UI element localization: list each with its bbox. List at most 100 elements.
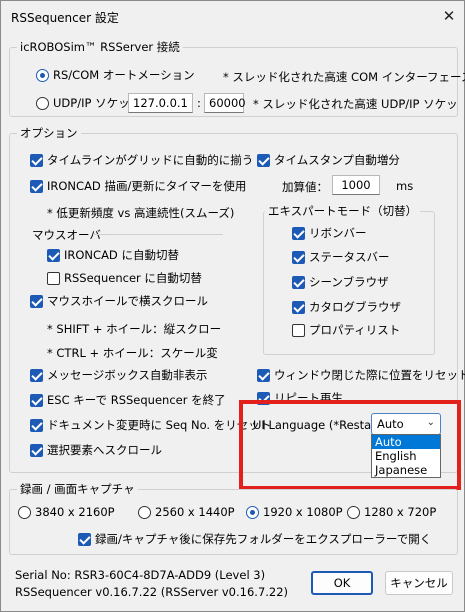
radio-selected-icon [246,505,259,519]
auto-ironcad-checkbox[interactable]: IRONCAD に自動切替 [47,247,179,263]
checkbox-unchecked-icon [292,323,305,337]
ui-language-value: Auto [377,417,404,431]
ui-language-label: UI Language (*Restart): [253,418,389,432]
expert-catalog-browser-checkbox[interactable]: カタログブラウザ [292,299,401,315]
res-label: 3840 x 2160P [35,505,115,519]
res-label: 2560 x 1440P [155,505,235,519]
radio-unselected-icon [138,505,151,519]
auto-rsseq-checkbox[interactable]: RSSequencer に自動切替 [47,270,202,286]
msgbox-hide-checkbox[interactable]: メッセージボックス自動非表示 [30,367,207,383]
ironcad-timer-checkbox[interactable]: IRONCAD 描画/更新にタイマーを使用 [30,178,246,194]
res-2560-radio[interactable]: 2560 x 1440P [138,505,235,519]
ui-language-dropdown: Auto English Japanese [371,434,441,478]
esc-quit-label: ESC キーで RSSequencer を終了 [47,393,226,407]
add-value-label: 加算値： [282,180,328,194]
expert-item-label: リボンバー [309,226,367,240]
close-icon[interactable]: ✕ [438,5,460,27]
ironcad-timer-label: IRONCAD 描画/更新にタイマーを使用 [47,179,247,193]
checkbox-checked-icon [292,275,305,289]
timer-note: * 低更新頻度 vs 高連続性(スムーズ) [47,206,235,220]
auto-rsseq-label: RSSequencer に自動切替 [64,271,202,285]
checkbox-checked-icon [30,418,43,432]
expert-property-list-checkbox[interactable]: プロパティリスト [292,322,400,338]
doc-reset-label: ドキュメント変更時に Seq No. をリセット [47,418,272,432]
checkbox-checked-icon [292,226,305,240]
checkbox-checked-icon [30,294,43,308]
timestamp-inc-label: タイムスタンプ自動増分 [274,153,400,167]
checkbox-checked-icon [257,153,270,167]
radio-selected-icon [36,68,49,82]
udp-note: * スレッド化された高速 UDP/IP ソケッ [253,97,458,111]
language-option-auto[interactable]: Auto [372,435,440,449]
language-option-japanese[interactable]: Japanese [372,463,440,477]
add-unit: ms [396,179,414,193]
snap-timeline-checkbox[interactable]: タイムラインがグリッドに自動的に揃う [30,152,253,168]
timestamp-inc-checkbox[interactable]: タイムスタンプ自動増分 [257,152,400,168]
options-legend: オプション [17,125,81,141]
wheel-hscroll-checkbox[interactable]: マウスホイールで横スクロール [30,293,208,309]
expert-scene-browser-checkbox[interactable]: シーンブラウザ [292,274,389,290]
expert-legend: エキスパートモード（切替） [265,203,421,219]
checkbox-checked-icon [30,179,43,193]
ui-language-select[interactable]: Auto ⌄ [371,413,441,435]
expert-item-label: カタログブラウザ [309,300,401,314]
expert-ribbon-checkbox[interactable]: リボンバー [292,225,367,241]
checkbox-checked-icon [30,443,43,457]
res-label: 1280 x 720P [364,505,437,519]
udp-radio[interactable]: UDP/IP ソケット [36,95,141,111]
res-1280-radio[interactable]: 1280 x 720P [347,505,436,519]
checkbox-checked-icon [30,393,43,407]
wheel-hscroll-label: マウスホイールで横スクロール [47,294,208,308]
ctrl-note: * CTRL + ホイール：スケール変 [47,346,218,360]
chevron-down-icon: ⌄ [426,417,435,428]
doc-reset-checkbox[interactable]: ドキュメント変更時に Seq No. をリセット [30,417,271,433]
capture-legend: 録画 / 画面キャプチャ [17,481,138,497]
ok-button[interactable]: OK [311,571,373,595]
server-group-legend: icROBOSim™ RSServer 接続 [17,39,183,55]
checkbox-checked-icon [30,153,43,167]
checkbox-checked-icon [47,248,60,262]
mouseover-heading: マウスオーバー [32,228,113,242]
ip-address-field[interactable]: 127.0.0.1 [128,93,193,113]
rs-com-note: * スレッド化された高速 COM インターフェース [223,70,465,84]
expert-item-label: プロパティリスト [309,323,401,337]
res-label: 1920 x 1080P [263,505,343,519]
auto-ironcad-label: IRONCAD に自動切替 [64,248,179,262]
language-option-english[interactable]: English [372,449,440,463]
open-folder-checkbox[interactable]: 録画/キャプチャ後に保存先フォルダーをエクスプローラーで開く [78,531,431,547]
checkbox-checked-icon [257,368,270,382]
cancel-button[interactable]: キャンセル [385,571,453,595]
select-scroll-label: 選択要素へスクロール [47,443,162,457]
radio-unselected-icon [36,96,49,110]
open-folder-label: 録画/キャプチャ後に保存先フォルダーをエクスプローラーで開く [95,532,432,546]
msgbox-hide-label: メッセージボックス自動非表示 [47,368,208,382]
checkbox-checked-icon [292,300,305,314]
rs-com-radio[interactable]: RS/COM オートメーション [36,67,195,83]
reset-window-checkbox[interactable]: ウィンドウ閉じた際に位置をリセット [257,367,465,383]
select-scroll-checkbox[interactable]: 選択要素へスクロール [30,442,162,458]
checkbox-checked-icon [30,368,43,382]
radio-unselected-icon [347,505,360,519]
rs-com-label: RS/COM オートメーション [53,68,195,82]
settings-dialog: RSSequencer 設定 ✕ icROBOSim™ RSServer 接続 … [0,0,465,612]
radio-unselected-icon [18,505,31,519]
shift-note: * SHIFT + ホイール：縦スクロー [47,322,222,336]
window-title: RSSequencer 設定 [11,11,119,25]
serial-number: Serial No: RSR3-60C4-8D7A-ADD9 (Level 3) [15,568,266,582]
expert-statusbar-checkbox[interactable]: ステータスバー [292,249,390,265]
snap-timeline-label: タイムラインがグリッドに自動的に揃う [47,153,254,167]
port-separator: : [197,96,201,110]
expert-item-label: シーンブラウザ [309,275,389,289]
checkbox-checked-icon [78,532,91,546]
version-info: RSSequencer v0.16.7.22 (RSServer v0.16.7… [15,585,289,599]
port-field[interactable]: 60000 [204,93,246,113]
reset-window-label: ウィンドウ閉じた際に位置をリセット [274,368,465,382]
add-value-field[interactable]: 1000 [332,175,380,195]
res-1920-radio[interactable]: 1920 x 1080P [246,505,343,519]
expert-item-label: ステータスバー [309,250,390,264]
checkbox-unchecked-icon [47,271,60,285]
title-bar: RSSequencer 設定 ✕ [1,1,464,31]
res-3840-radio[interactable]: 3840 x 2160P [18,505,115,519]
esc-quit-checkbox[interactable]: ESC キーで RSSequencer を終了 [30,392,226,408]
checkbox-checked-icon [292,250,305,264]
